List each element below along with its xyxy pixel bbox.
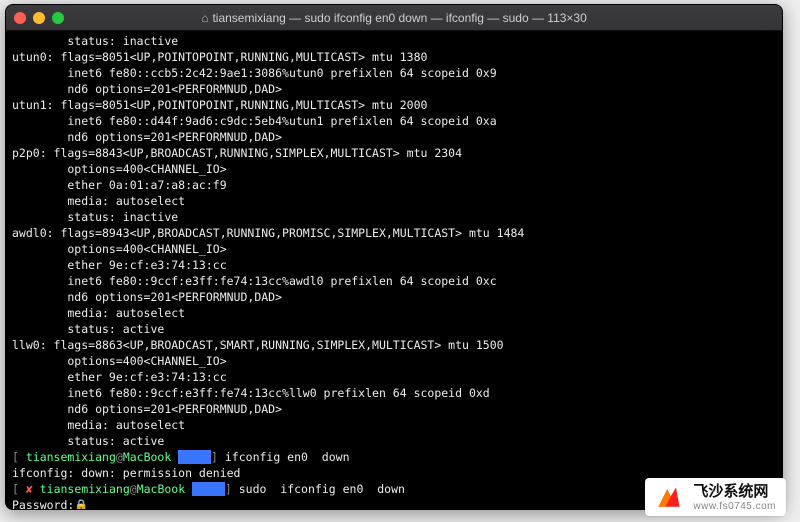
terminal-output-line: nd6 options=201<PERFORMNUD,DAD>	[12, 81, 776, 97]
lock-icon: 🔒	[74, 497, 88, 509]
terminal-output-line: llw0: flags=8863<UP,BROADCAST,SMART,RUNN…	[12, 337, 776, 353]
home-icon: ⌂	[201, 11, 208, 25]
terminal-output-line: status: inactive	[12, 209, 776, 225]
terminal-output-line: utun0: flags=8051<UP,POINTOPOINT,RUNNING…	[12, 49, 776, 65]
terminal-output-line: media: autoselect	[12, 305, 776, 321]
terminal-output-line: status: active	[12, 321, 776, 337]
terminal-output-line: options=400<CHANNEL_IO>	[12, 241, 776, 257]
error-indicator-icon: ✘	[26, 482, 33, 496]
terminal-output-line: media: autoselect	[12, 417, 776, 433]
terminal-output-line: options=400<CHANNEL_IO>	[12, 161, 776, 177]
terminal-output-line: media: autoselect	[12, 193, 776, 209]
terminal-output-line: options=400<CHANNEL_IO>	[12, 353, 776, 369]
terminal-output-line: p2p0: flags=8843<UP,BROADCAST,RUNNING,SI…	[12, 145, 776, 161]
terminal-output-line: status: active	[12, 433, 776, 449]
terminal-output-line: nd6 options=201<PERFORMNUD,DAD>	[12, 289, 776, 305]
cwd-segment	[192, 482, 225, 496]
terminal-output-line: inet6 fe80::9ccf:e3ff:fe74:13cc%llw0 pre…	[12, 385, 776, 401]
titlebar[interactable]: ⌂ tiansemixiang — sudo ifconfig en0 down …	[6, 5, 782, 31]
prompt-line-1: [ tiansemixiang@MacBook ] ifconfig en0 d…	[12, 449, 776, 465]
terminal-window: ⌂ tiansemixiang — sudo ifconfig en0 down …	[5, 4, 783, 510]
close-icon[interactable]	[14, 12, 26, 24]
cwd-segment	[178, 450, 211, 464]
terminal-output-line: nd6 options=201<PERFORMNUD,DAD>	[12, 129, 776, 145]
watermark-title: 飞沙系统网	[693, 484, 776, 501]
terminal-output-line: nd6 options=201<PERFORMNUD,DAD>	[12, 401, 776, 417]
watermark-logo-icon	[655, 484, 683, 512]
terminal-output-line: inet6 fe80::9ccf:e3ff:fe74:13cc%awdl0 pr…	[12, 273, 776, 289]
command-text: ifconfig en0 down	[225, 450, 350, 464]
terminal-body[interactable]: status: inactiveutun0: flags=8051<UP,POI…	[6, 31, 782, 509]
terminal-output-line: inet6 fe80::d44f:9ad6:c9dc:5eb4%utun1 pr…	[12, 113, 776, 129]
terminal-output-line: status: inactive	[12, 33, 776, 49]
window-title-text: tiansemixiang — sudo ifconfig en0 down —…	[212, 11, 586, 25]
terminal-output-line: ether 9e:cf:e3:74:13:cc	[12, 369, 776, 385]
window-title: ⌂ tiansemixiang — sudo ifconfig en0 down …	[6, 11, 782, 25]
watermark-url: www.fs0745.com	[693, 501, 776, 512]
traffic-lights	[14, 12, 64, 24]
terminal-output-line: inet6 fe80::ccb5:2c42:9ae1:3086%utun0 pr…	[12, 65, 776, 81]
terminal-output-line: ether 0a:01:a7:a8:ac:f9	[12, 177, 776, 193]
terminal-output-line: utun1: flags=8051<UP,POINTOPOINT,RUNNING…	[12, 97, 776, 113]
watermark: 飞沙系统网 www.fs0745.com	[645, 478, 786, 516]
terminal-output-line: awdl0: flags=8943<UP,BROADCAST,RUNNING,P…	[12, 225, 776, 241]
terminal-output-line: ether 9e:cf:e3:74:13:cc	[12, 257, 776, 273]
zoom-icon[interactable]	[52, 12, 64, 24]
minimize-icon[interactable]	[33, 12, 45, 24]
command-text: sudo ifconfig en0 down	[239, 482, 405, 496]
